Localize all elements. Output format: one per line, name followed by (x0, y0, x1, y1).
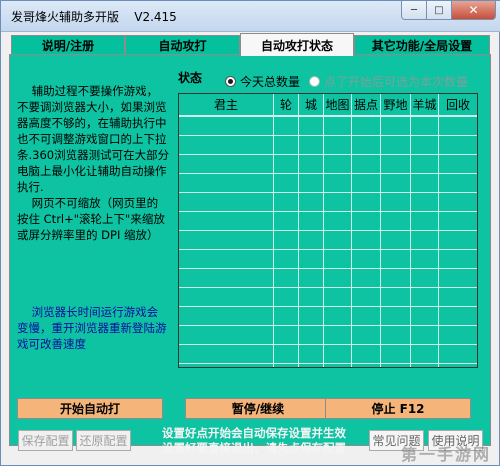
minimize-button[interactable]: ─ (401, 1, 427, 20)
tab-bar: 说明/注册 自动攻打 自动攻打状态 其它功能/全局设置 (9, 33, 491, 56)
restore-config-button[interactable]: 还原配置 (76, 430, 131, 451)
status-label: 状态 (178, 71, 203, 85)
col-header-stronghold[interactable]: 据点 (352, 94, 381, 116)
radio-today-total[interactable]: 今天总数量 (225, 73, 300, 90)
radio-since-label: 点了开始后可选为本次数量 (324, 75, 469, 89)
tab-auto-attack-status[interactable]: 自动攻打状态 (240, 33, 354, 56)
close-button[interactable]: ✕ (452, 1, 496, 20)
status-table[interactable]: 君主 轮 城 地图 据点 野地 羊城 回收 (178, 93, 478, 368)
save-config-button[interactable]: 保存配置 (18, 430, 73, 451)
help-text-operation: 辅助过程不要操作游戏， 不要调浏览器大小，如果浏览 器高度不够的，在辅助执行中 … (17, 84, 170, 194)
col-header-wild[interactable]: 野地 (381, 94, 411, 116)
col-header-map[interactable]: 地图 (324, 94, 352, 116)
col-header-lord[interactable]: 君主 (179, 94, 274, 116)
col-header-recycle[interactable]: 回收 (439, 94, 477, 116)
radio-since-start: 点了开始后可选为本次数量 (309, 73, 468, 90)
radio-dot-empty-icon (309, 76, 320, 87)
stop-button[interactable]: 停止 F12 (325, 398, 471, 419)
help-text-zoom: 网页不可缩放（网页里的 按住 Ctrl+"滚轮上下"来缩放 或屏分辨率里的 DP… (17, 196, 165, 242)
start-auto-attack-button[interactable]: 开始自动打 (17, 398, 163, 419)
tab-auto-attack[interactable]: 自动攻打 (125, 35, 240, 55)
radio-today-label: 今天总数量 (240, 75, 301, 89)
window-controls: ─ □ ✕ (401, 1, 496, 21)
radio-dot-checked-icon (225, 76, 236, 87)
watermark-text: 第一手游网 (400, 445, 491, 464)
col-header-sheep-city[interactable]: 羊城 (411, 94, 439, 116)
app-window: 发哥烽火辅助多开版 V2.415 ─ □ ✕ 说明/注册 自动攻打 自动攻打状态… (0, 0, 500, 466)
window-title: 发哥烽火辅助多开版 V2.415 (11, 10, 177, 24)
col-header-round[interactable]: 轮 (274, 94, 299, 116)
tab-other-settings[interactable]: 其它功能/全局设置 (354, 35, 490, 55)
table-rows (179, 116, 477, 367)
tab-help-register[interactable]: 说明/注册 (11, 35, 125, 55)
pause-resume-button[interactable]: 暂停/继续 (185, 398, 331, 419)
notice-text: 设置好点开始会自动保存设置并生效 设置好要直接退出，请先点保存配置 (162, 426, 346, 455)
maximize-button[interactable]: □ (427, 1, 452, 20)
title-bar[interactable]: 发哥烽火辅助多开版 V2.415 ─ □ ✕ (1, 1, 500, 32)
col-header-city[interactable]: 城 (299, 94, 324, 116)
table-header: 君主 轮 城 地图 据点 野地 羊城 回收 (179, 94, 477, 116)
help-text-browser: 浏览器长时间运行游戏会 变慢，重开浏览器重新登陆游 戏可改善速度 (17, 305, 167, 351)
